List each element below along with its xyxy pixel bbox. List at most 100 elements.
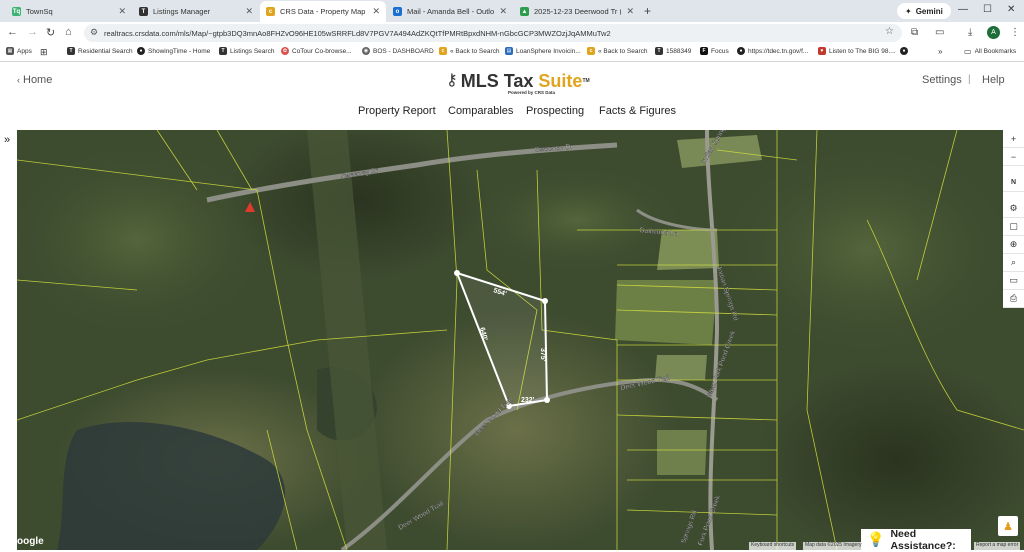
bookmark-back-to-search-2[interactable]: c « Back to Search: [587, 47, 648, 55]
new-tab-plus-icon[interactable]: +: [644, 4, 651, 18]
minimize-icon[interactable]: —: [958, 4, 968, 15]
street-view-pegman-icon[interactable]: ♟: [998, 516, 1018, 536]
mls-header: ‹ Home ⚷ MLS Tax SuiteTM Powered by CRS D…: [0, 62, 1024, 130]
bookmark-label: Apps: [17, 47, 32, 55]
menu-prospecting[interactable]: Prospecting: [526, 105, 584, 117]
realtracs-icon: T: [655, 47, 663, 55]
parcel-vertex[interactable]: [544, 397, 550, 403]
crs-icon: c: [587, 47, 595, 55]
control-gap: [1003, 192, 1024, 200]
close-window-icon[interactable]: ✕: [1007, 4, 1015, 15]
close-tab-icon[interactable]: ✕: [626, 6, 634, 17]
bookmark-showingtime[interactable]: ● ShowingTime - Home: [137, 47, 210, 55]
home-icon[interactable]: ⌂: [65, 26, 72, 38]
tab-listings-manager[interactable]: T Listings Manager ✕: [133, 1, 259, 22]
parcel-vertex[interactable]: [542, 298, 548, 304]
menu-property-report[interactable]: Property Report: [358, 105, 436, 117]
tab-title: 2025-12-23 Deerwood Tr (Pegr: [534, 7, 621, 16]
keyboard-shortcuts-link[interactable]: Keyboard shortcuts: [749, 542, 797, 550]
address-row: ← → ↻ ⌂ ⚙ realtracs.crsdata.com/mls/Map/…: [0, 22, 1024, 44]
close-tab-icon[interactable]: ✕: [372, 6, 380, 17]
bookmark-label: BOS - DASHBOARD: [373, 47, 434, 55]
zoom-in-button[interactable]: +: [1003, 130, 1024, 148]
site-info-icon[interactable]: ⚙: [90, 27, 98, 38]
map-data-attribution: Map data ©2025 Imagery: [803, 542, 864, 550]
tab-crs-data[interactable]: c CRS Data - Property Map for D ✕: [260, 1, 386, 22]
menu-comparables[interactable]: Comparables: [448, 105, 513, 117]
need-assistance-label: Need Assistance?:: [890, 527, 956, 552]
globe-icon: ●: [737, 47, 745, 55]
forest-patch: [697, 130, 1024, 370]
compass-north-button[interactable]: N: [1003, 174, 1024, 192]
bookmark-label: Listings Search: [230, 47, 275, 55]
more-bookmarks-chevron-icon[interactable]: »: [938, 47, 942, 56]
help-link[interactable]: Help: [982, 74, 1005, 86]
locate-crosshair-icon[interactable]: ⊕: [1003, 236, 1024, 254]
menu-kebab-icon[interactable]: ⋮: [1010, 27, 1020, 38]
tab-groups-icon[interactable]: ⊞: [40, 47, 48, 58]
tab-deerwood-doc[interactable]: ▲ 2025-12-23 Deerwood Tr (Pegr ✕: [514, 1, 640, 22]
realtracs-favicon-icon: T: [139, 7, 148, 16]
reload-icon[interactable]: ↻: [46, 26, 55, 39]
cast-icon[interactable]: ▭: [935, 27, 944, 38]
close-tab-icon[interactable]: ✕: [499, 6, 507, 17]
all-bookmarks[interactable]: ▭ All Bookmarks: [964, 47, 1016, 56]
need-assistance-button[interactable]: 💡 Need Assistance?:: [861, 527, 971, 552]
outlook-favicon-icon: o: [393, 7, 402, 16]
url-text: realtracs.crsdata.com/mls/Map/~gtpb3DQ3m…: [104, 28, 611, 38]
tab-outlook-mail[interactable]: o Mail - Amanda Bell - Outlook ✕: [387, 1, 513, 22]
maximize-icon[interactable]: ☐: [983, 4, 992, 15]
tab-townsq[interactable]: Tq TownSq ✕: [6, 1, 132, 22]
bookmark-back-to-search-1[interactable]: c « Back to Search: [439, 47, 500, 55]
search-icon[interactable]: ⌕: [1003, 254, 1024, 272]
bookmarks-bar: ▦ Apps ⊞ T Residential Search ● ShowingT…: [0, 44, 1024, 62]
mls-tax-suite-logo[interactable]: ⚷ MLS Tax SuiteTM Powered by CRS Data: [446, 71, 590, 95]
close-tab-icon[interactable]: ✕: [118, 6, 126, 17]
extensions-icon[interactable]: ⧉: [911, 27, 918, 38]
bookmark-big98[interactable]: ♥ Listen to The BIG 98....: [818, 47, 896, 55]
forward-arrow-icon[interactable]: →: [27, 26, 38, 38]
back-arrow-icon[interactable]: ←: [7, 26, 18, 38]
bookmark-star-icon[interactable]: ☆: [885, 26, 894, 37]
logo-main: MLS Tax: [460, 71, 534, 91]
folder-icon: ▭: [964, 47, 972, 56]
satellite-map[interactable]: 554' 375' 232' 640' Sweeney Dr Sweeney D…: [17, 130, 1024, 550]
menu-facts-figures[interactable]: Facts & Figures: [599, 105, 676, 117]
logo-text: MLS Tax SuiteTM: [461, 71, 590, 91]
bookmark-tdec[interactable]: ● https://tdec.tn.gov/f...: [737, 47, 808, 55]
dimension-label: 232': [521, 397, 535, 404]
address-bar[interactable]: ⚙ realtracs.crsdata.com/mls/Map/~gtpb3DQ…: [84, 24, 902, 42]
downloads-icon[interactable]: ⤓: [968, 27, 972, 38]
bookmark-globe[interactable]: ●: [900, 47, 908, 55]
bookmark-residential-search[interactable]: T Residential Search: [67, 47, 133, 55]
gemini-button[interactable]: ✦ Gemini: [897, 3, 951, 19]
close-tab-icon[interactable]: ✕: [245, 6, 253, 17]
bookmark-loansphere[interactable]: ▤ LoanSphere Invoicin...: [505, 47, 581, 55]
settings-link[interactable]: Settings: [922, 74, 962, 86]
bookmark-bos-dashboard[interactable]: ◉ BOS - DASHBOARD: [362, 47, 434, 55]
bookmark-apps[interactable]: ▦ Apps: [6, 47, 32, 55]
gemini-sparkle-icon: ✦: [905, 6, 912, 16]
logo-tagline: Powered by CRS Data: [508, 90, 556, 95]
field: [657, 430, 707, 475]
gear-icon[interactable]: ⚙: [1003, 200, 1024, 218]
home-link[interactable]: ‹ Home: [17, 74, 52, 86]
report-map-error-link[interactable]: Report a map error: [974, 542, 1021, 550]
bookmark-1588349[interactable]: T 1588349: [655, 47, 691, 55]
print-icon[interactable]: ⎙: [1003, 290, 1024, 308]
tab-title: Mail - Amanda Bell - Outlook: [407, 7, 495, 16]
sidebar-expand-icon[interactable]: »: [4, 134, 10, 146]
measure-ruler-icon[interactable]: ▭: [1003, 272, 1024, 290]
bookmark-listings-search[interactable]: T Listings Search: [219, 47, 274, 55]
profile-avatar[interactable]: A: [987, 26, 1000, 39]
zoom-out-button[interactable]: −: [1003, 148, 1024, 166]
bookmark-label: « Back to Search: [598, 47, 648, 55]
bookmark-label: Focus: [711, 47, 729, 55]
focus-icon: F: [700, 47, 708, 55]
layers-frame-icon[interactable]: ▢: [1003, 218, 1024, 236]
globe-icon: ●: [900, 47, 908, 55]
parcel-vertex[interactable]: [454, 270, 460, 276]
tab-title: CRS Data - Property Map for D: [280, 7, 367, 16]
bookmark-focus[interactable]: F Focus: [700, 47, 729, 55]
bookmark-cotour[interactable]: ✿ CoTour Co-browse...: [281, 47, 352, 55]
